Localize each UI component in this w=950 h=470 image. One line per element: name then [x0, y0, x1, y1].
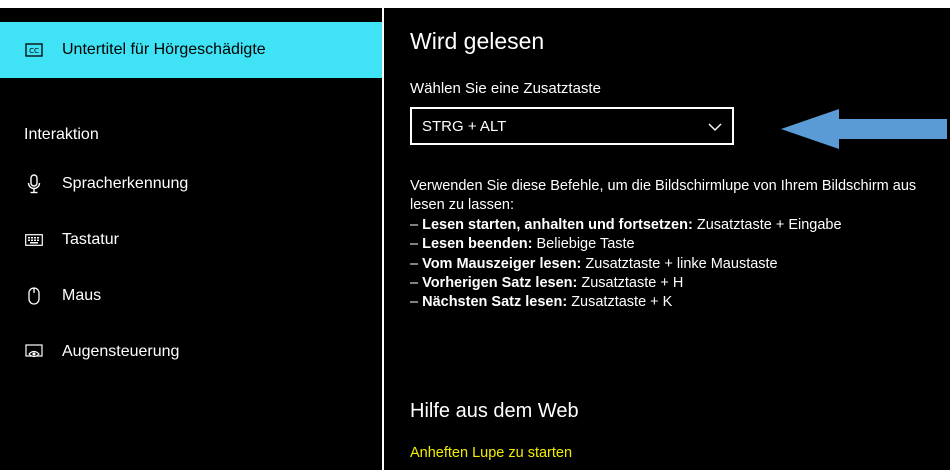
help-section-title: Hilfe aus dem Web [410, 400, 579, 422]
modifier-key-dropdown[interactable]: STRG + ALT [410, 107, 734, 145]
command-name: Vorherigen Satz lesen: [422, 275, 578, 292]
command-line: – Lesen beenden: Beliebige Taste [410, 236, 635, 253]
sidebar-item-closed-captions[interactable]: CC Untertitel für Hörgeschädigte [0, 22, 382, 78]
modifier-key-value: STRG + ALT [422, 117, 507, 135]
sidebar: CC Untertitel für Hörgeschädigte Interak… [0, 8, 382, 470]
sidebar-item-label: Maus [62, 287, 102, 304]
microphone-icon [24, 174, 44, 194]
sidebar-item-maus[interactable]: Maus [0, 268, 382, 324]
sidebar-item-label: Spracherkennung [62, 175, 189, 192]
annotation-arrow-icon [781, 109, 947, 154]
command-line: – Vom Mauszeiger lesen: Zusatztaste + li… [410, 255, 778, 272]
command-name: Lesen starten, anhalten und fortsetzen: [422, 216, 693, 233]
page-title: Wird gelesen [410, 28, 545, 54]
command-keys: Beliebige Taste [536, 236, 635, 253]
sidebar-item-label: Augensteuerung [62, 343, 180, 360]
command-keys: Zusatztaste + linke Maustaste [585, 255, 778, 272]
main-content: Wird gelesen Wählen Sie eine Zusatztaste… [384, 8, 950, 470]
top-border [0, 0, 950, 8]
command-name: Lesen beenden: [422, 236, 533, 253]
chevron-down-icon [708, 118, 722, 135]
reading-commands-description: Verwenden Sie diese Befehle, um die Bild… [410, 177, 930, 313]
sidebar-item-tastatur[interactable]: Tastatur [0, 212, 382, 268]
command-keys: Zusatztaste + K [571, 294, 673, 311]
sidebar-item-spracherkennung[interactable]: Spracherkennung [0, 156, 382, 212]
sidebar-item-label: Untertitel für Hörgeschädigte [62, 41, 266, 58]
command-line: – Nächsten Satz lesen: Zusatztaste + K [410, 294, 673, 311]
help-link[interactable]: Anheften Lupe zu starten [410, 445, 572, 461]
mouse-icon [24, 286, 44, 306]
command-name: Nächsten Satz lesen: [422, 294, 568, 311]
command-keys: Zusatztaste + Eingabe [696, 216, 842, 233]
modifier-key-label: Wählen Sie eine Zusatztaste [410, 80, 601, 97]
keyboard-icon [24, 230, 44, 250]
sidebar-item-augensteuerung[interactable]: Augensteuerung [0, 324, 382, 380]
command-line: – Vorherigen Satz lesen: Zusatztaste + H [410, 275, 684, 292]
sidebar-item-label: Tastatur [62, 231, 119, 248]
command-keys: Zusatztaste + H [581, 275, 684, 292]
section-heading-interaktion: Interaktion [24, 126, 99, 143]
command-name: Vom Mauszeiger lesen: [422, 255, 582, 272]
intro-text: Verwenden Sie diese Befehle, um die Bild… [410, 178, 917, 214]
eye-control-icon [24, 342, 44, 362]
closed-captions-icon: CC [24, 40, 44, 60]
command-line: – Lesen starten, anhalten und fortsetzen… [410, 216, 842, 233]
svg-text:CC: CC [29, 47, 39, 55]
